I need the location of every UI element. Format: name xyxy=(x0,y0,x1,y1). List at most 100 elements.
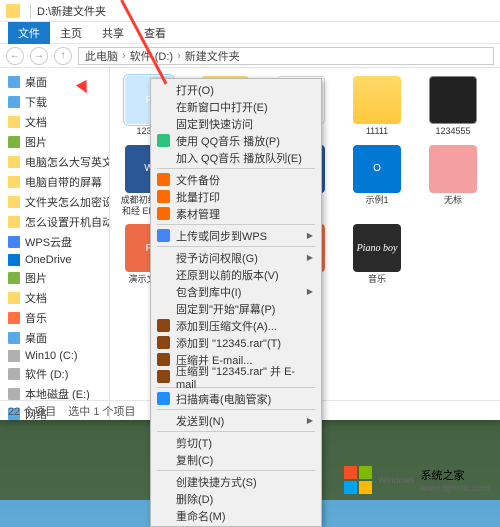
menu-item-icon xyxy=(157,134,170,147)
context-menu-item[interactable]: 素材管理 xyxy=(151,205,321,222)
sidebar-item[interactable]: OneDrive xyxy=(0,252,109,268)
sidebar-icon xyxy=(8,156,20,168)
menu-item-label: 加入 QQ音乐 播放队列(E) xyxy=(176,150,302,166)
sidebar-label: 下载 xyxy=(25,94,47,110)
menu-item-label: 扫描病毒(电脑管家) xyxy=(176,391,271,407)
context-menu-item[interactable]: 包含到库中(I) ▶ xyxy=(151,283,321,300)
sidebar-item[interactable]: 下载 xyxy=(0,92,109,112)
menu-item-label: 在新窗口中打开(E) xyxy=(176,99,268,115)
back-button[interactable]: ← xyxy=(6,47,24,65)
context-menu-item[interactable]: 固定到快速访问 xyxy=(151,115,321,132)
folder-icon xyxy=(6,4,20,18)
watermark-sub: 系统之家 xyxy=(420,467,490,483)
context-menu-item[interactable]: 扫描病毒(电脑管家) xyxy=(151,390,321,407)
menu-item-icon xyxy=(157,302,170,315)
sidebar-icon xyxy=(8,292,20,304)
menu-item-icon xyxy=(157,83,170,96)
file-icon xyxy=(429,145,477,193)
sidebar-item[interactable]: WPS云盘 xyxy=(0,232,109,252)
context-menu-item[interactable]: 复制(C) xyxy=(151,451,321,468)
sidebar-item[interactable]: 文档 xyxy=(0,112,109,132)
menu-item-icon xyxy=(157,173,170,186)
context-menu-item[interactable]: 批量打印 xyxy=(151,188,321,205)
menu-item-icon xyxy=(157,492,170,505)
sidebar-icon xyxy=(8,368,20,380)
context-menu-item[interactable]: 还原到以前的版本(V) xyxy=(151,266,321,283)
sidebar-item[interactable]: 电脑怎么大写英文 xyxy=(0,152,109,172)
file-item[interactable]: Piano boy音乐 xyxy=(346,224,408,285)
context-menu-item[interactable]: 删除(D) xyxy=(151,490,321,507)
menu-item-label: 添加到 "12345.rar"(T) xyxy=(176,335,281,351)
context-menu-item[interactable]: 加入 QQ音乐 播放队列(E) xyxy=(151,149,321,166)
sidebar-item[interactable]: 图片 xyxy=(0,132,109,152)
menu-item-icon xyxy=(157,268,170,281)
file-item[interactable]: 无标 xyxy=(422,145,484,217)
window-title: D:\新建文件夹 xyxy=(37,3,106,19)
sidebar: 桌面下载文档图片电脑怎么大写英文电脑自带的屏幕文件夹怎么加密设怎么设置开机自动启… xyxy=(0,68,110,420)
tab-file[interactable]: 文件 xyxy=(8,22,50,44)
sidebar-icon xyxy=(8,350,20,362)
sidebar-item[interactable]: 文档 xyxy=(0,288,109,308)
menu-item-icon xyxy=(157,414,170,427)
menu-separator xyxy=(157,409,315,410)
menu-item-icon xyxy=(157,190,170,203)
titlebar: D:\新建文件夹 xyxy=(0,0,500,22)
sidebar-label: 桌面 xyxy=(25,74,47,90)
context-menu-item[interactable]: 使用 QQ音乐 播放(P) xyxy=(151,132,321,149)
submenu-arrow-icon: ▶ xyxy=(307,287,313,296)
forward-button[interactable]: → xyxy=(30,47,48,65)
sidebar-item[interactable]: 音乐 xyxy=(0,308,109,328)
menu-item-label: 上传或同步到WPS xyxy=(176,228,267,244)
menu-item-icon xyxy=(157,336,170,349)
up-button[interactable]: ↑ xyxy=(54,47,72,65)
breadcrumb[interactable]: 此电脑› 软件 (D:)› 新建文件夹 xyxy=(78,47,494,65)
sidebar-item[interactable]: 怎么设置开机自动启 xyxy=(0,212,109,232)
sidebar-item[interactable]: 图片 xyxy=(0,268,109,288)
context-menu-item[interactable]: 授予访问权限(G)▶ xyxy=(151,249,321,266)
menu-item-label: 包含到库中(I) xyxy=(176,284,241,300)
sidebar-label: 音乐 xyxy=(25,310,47,326)
context-menu-item[interactable]: 重命名(M) xyxy=(151,507,321,524)
submenu-arrow-icon: ▶ xyxy=(307,231,313,240)
menu-item-icon xyxy=(157,207,170,220)
context-menu-item[interactable]: 压缩到 "12345.rar" 并 E-mail xyxy=(151,368,321,385)
file-item[interactable]: O示例1 xyxy=(346,145,408,217)
menu-item-label: 重命名(M) xyxy=(176,508,226,524)
context-menu-item[interactable]: 剪切(T) xyxy=(151,434,321,451)
menu-item-icon xyxy=(157,436,170,449)
sidebar-label: 桌面 xyxy=(25,330,47,346)
tab-view[interactable]: 查看 xyxy=(134,22,176,44)
file-item[interactable]: 1234555 xyxy=(422,76,484,137)
context-menu-item[interactable]: 添加到压缩文件(A)... xyxy=(151,317,321,334)
context-menu-item[interactable]: 创建快捷方式(S) xyxy=(151,473,321,490)
watermark-url: www.bjjmmc.com xyxy=(420,483,490,493)
breadcrumb-part[interactable]: 新建文件夹 xyxy=(185,48,240,64)
context-menu-item[interactable]: 打开(O) xyxy=(151,81,321,98)
breadcrumb-part[interactable]: 此电脑 xyxy=(85,48,118,64)
sidebar-item[interactable]: 电脑自带的屏幕 xyxy=(0,172,109,192)
context-menu-item[interactable]: 添加到 "12345.rar"(T) xyxy=(151,334,321,351)
file-item[interactable]: 11111 xyxy=(346,76,408,137)
context-menu-item[interactable]: 在新窗口中打开(E) xyxy=(151,98,321,115)
context-menu-item[interactable]: 文件备份 xyxy=(151,171,321,188)
ribbon-tabs: 文件 主页 共享 查看 xyxy=(0,22,500,44)
file-label: 音乐 xyxy=(368,274,386,285)
sidebar-item[interactable]: 软件 (D:) xyxy=(0,364,109,384)
sidebar-item[interactable]: 桌面 xyxy=(0,72,109,92)
sidebar-item[interactable]: 桌面 xyxy=(0,328,109,348)
sidebar-item[interactable]: Win10 (C:) xyxy=(0,348,109,364)
menu-item-label: 固定到快速访问 xyxy=(176,116,253,132)
sidebar-label: 文档 xyxy=(25,114,47,130)
menu-item-label: 使用 QQ音乐 播放(P) xyxy=(176,133,280,149)
context-menu-item[interactable]: 固定到"开始"屏幕(P) xyxy=(151,300,321,317)
context-menu-item[interactable]: 发送到(N)▶ xyxy=(151,412,321,429)
menu-item-label: 压缩到 "12345.rar" 并 E-mail xyxy=(176,363,313,391)
tab-share[interactable]: 共享 xyxy=(92,22,134,44)
breadcrumb-part[interactable]: 软件 (D:) xyxy=(130,48,173,64)
sidebar-label: 文档 xyxy=(25,290,47,306)
sidebar-item[interactable]: 文件夹怎么加密设 xyxy=(0,192,109,212)
menu-item-icon xyxy=(157,117,170,130)
menu-item-icon xyxy=(157,453,170,466)
context-menu-item[interactable]: 上传或同步到WPS ▶ xyxy=(151,227,321,244)
tab-home[interactable]: 主页 xyxy=(50,22,92,44)
